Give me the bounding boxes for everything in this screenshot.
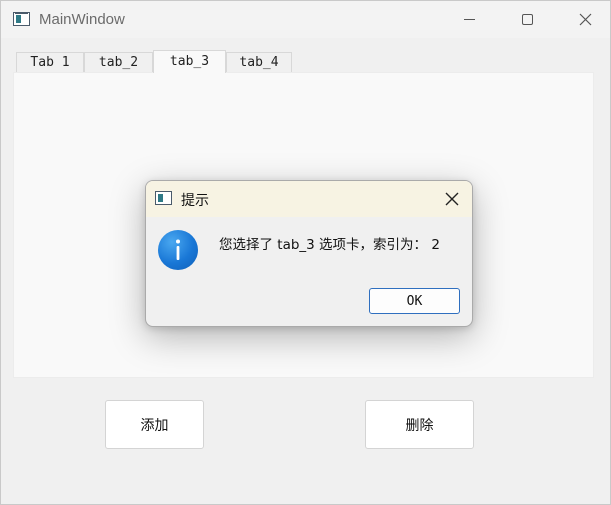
window-title: MainWindow — [39, 11, 125, 28]
minimize-button[interactable] — [446, 1, 492, 38]
tab-3[interactable]: tab_3 — [153, 50, 226, 73]
delete-button[interactable]: 删除 — [365, 400, 474, 449]
close-icon — [445, 192, 459, 206]
info-icon — [158, 230, 198, 270]
dialog-app-icon — [155, 191, 172, 205]
minimize-icon — [463, 19, 475, 20]
message-dialog: 提示 您选择了 tab_3 选项卡，索引为： 2 OK — [145, 180, 473, 327]
dialog-message: 您选择了 tab_3 选项卡，索引为： 2 — [219, 237, 440, 253]
add-button[interactable]: 添加 — [105, 400, 204, 449]
tab-4[interactable]: tab_4 — [226, 52, 292, 72]
maximize-icon — [521, 14, 533, 25]
tab-2[interactable]: tab_2 — [84, 52, 153, 72]
dialog-title-bar[interactable]: 提示 — [146, 181, 472, 217]
dialog-title: 提示 — [181, 193, 209, 209]
tab-1[interactable]: Tab 1 — [16, 52, 84, 72]
ok-button[interactable]: OK — [369, 288, 460, 314]
close-button[interactable] — [562, 1, 608, 38]
maximize-button[interactable] — [504, 1, 550, 38]
title-bar[interactable]: MainWindow — [1, 1, 610, 38]
app-window-icon — [13, 12, 30, 26]
dialog-close-button[interactable] — [442, 189, 462, 209]
close-icon — [579, 13, 591, 26]
